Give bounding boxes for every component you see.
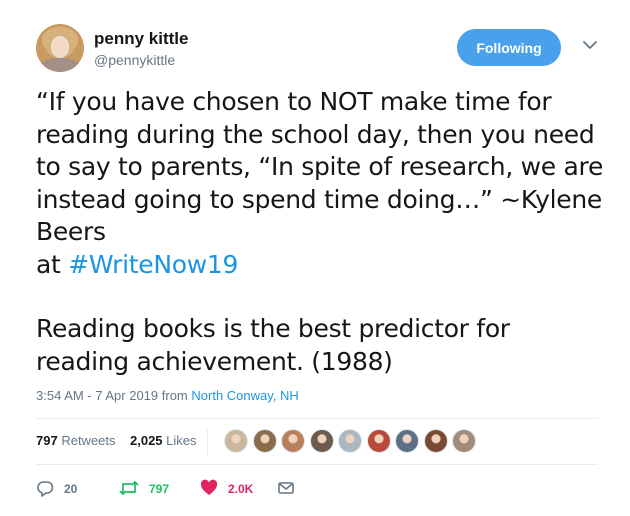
likes-stat[interactable]: 2,025 Likes xyxy=(130,433,197,448)
user-avatar[interactable] xyxy=(36,24,84,72)
liker-avatar[interactable] xyxy=(309,429,334,453)
liker-avatar[interactable] xyxy=(423,429,448,453)
timestamp[interactable]: 3:54 AM - 7 Apr 2019 xyxy=(36,388,158,403)
liker-avatar[interactable] xyxy=(281,429,305,453)
retweet-count: 797 xyxy=(149,482,170,496)
tweet-text: “If you have chosen to NOT make time for… xyxy=(36,86,606,378)
tweet-stats: 797 Retweets 2,025 Likes xyxy=(36,419,598,464)
likes-count: 2,025 xyxy=(130,433,163,448)
liker-avatar[interactable] xyxy=(452,429,476,453)
reply-icon xyxy=(36,479,64,500)
retweets-label: Retweets xyxy=(61,433,116,448)
following-button[interactable]: Following xyxy=(457,29,561,66)
liker-avatar[interactable] xyxy=(366,429,391,453)
tweet-paragraph-2: Reading books is the best predictor for … xyxy=(36,314,510,376)
liker-avatar[interactable] xyxy=(395,429,419,453)
from-label: from xyxy=(161,388,188,403)
hashtag-link[interactable]: #WriteNow19 xyxy=(68,250,238,279)
user-handle[interactable]: @pennykittle xyxy=(94,52,175,68)
liker-avatars xyxy=(224,429,481,453)
display-name[interactable]: penny kittle xyxy=(94,29,188,49)
stats-separator xyxy=(207,429,208,455)
direct-message-button[interactable] xyxy=(277,477,305,501)
retweets-count: 797 xyxy=(36,433,58,448)
reply-count: 20 xyxy=(64,482,78,496)
location-link[interactable]: North Conway, NH xyxy=(191,388,298,403)
envelope-icon xyxy=(277,480,305,499)
tweet-meta: 3:54 AM - 7 Apr 2019 from North Conway, … xyxy=(36,388,299,403)
likes-label: Likes xyxy=(166,433,197,448)
default-avatar-icon[interactable] xyxy=(338,429,362,453)
divider xyxy=(36,464,598,465)
like-button[interactable]: 2.0K xyxy=(200,477,253,501)
retweet-icon xyxy=(119,479,149,500)
liker-avatar[interactable] xyxy=(252,429,277,453)
tweet-at: at xyxy=(36,249,61,279)
like-count: 2.0K xyxy=(228,482,254,496)
tweet-header: penny kittle @pennykittle Following xyxy=(36,24,606,76)
reply-button[interactable]: 20 xyxy=(36,477,77,501)
heart-icon xyxy=(200,479,228,499)
liker-avatar[interactable] xyxy=(224,429,248,453)
tweet-actions: 20 797 2.0K xyxy=(36,477,336,501)
chevron-down-icon[interactable] xyxy=(579,34,601,56)
retweets-stat[interactable]: 797 Retweets xyxy=(36,433,116,448)
retweet-button[interactable]: 797 xyxy=(119,477,169,501)
tweet-paragraph: “If you have chosen to NOT make time for… xyxy=(36,86,606,281)
tweet-quote: “If you have chosen to NOT make time for… xyxy=(36,87,604,246)
